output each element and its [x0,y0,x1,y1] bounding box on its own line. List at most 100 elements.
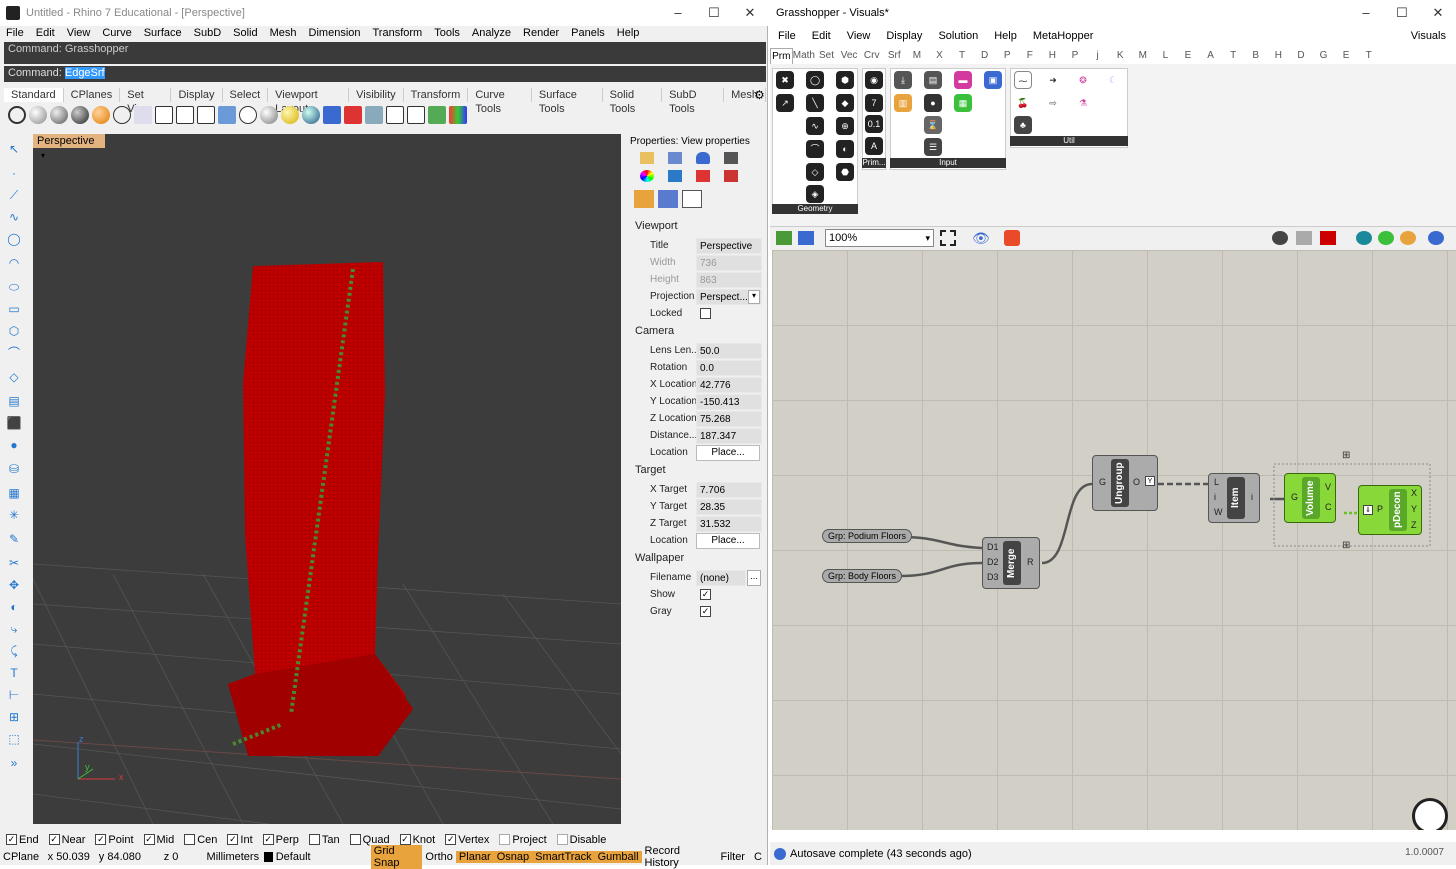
monitor-icon[interactable] [386,106,404,124]
view-camera-icon[interactable] [634,190,654,208]
status-units[interactable]: Millimeters [204,851,262,863]
chevron-down-icon[interactable]: ▾ [925,230,930,246]
x-location-field[interactable]: 42.776 [696,377,762,393]
gh-menu-file[interactable]: File [770,28,804,44]
wrench-icon[interactable] [724,170,738,182]
locked-checkbox[interactable] [700,308,711,319]
menu-dimension[interactable]: Dimension [303,26,367,40]
param-brep-icon[interactable]: ◆ [836,94,854,112]
gh-tab-6[interactable]: M [906,48,929,64]
title-field[interactable]: Perspective [696,238,762,254]
osnap-perp[interactable]: ✓ Perp [262,834,299,846]
paint-icon[interactable]: ◐ [6,600,22,614]
param-mesh-icon[interactable]: ⊕ [836,117,854,135]
sphere-gray2-icon[interactable] [260,106,278,124]
param-text-icon[interactable]: A [865,137,883,155]
circle-icon[interactable]: ◯ [6,232,22,246]
osnap-checkbox[interactable]: ✓ [143,834,155,845]
fillet-icon[interactable]: ⌒ [6,346,22,360]
osnap-toggle[interactable]: Osnap [493,850,533,863]
input-graph-icon[interactable]: ▥ [894,94,912,112]
tab-subd-tools[interactable]: SubD Tools [662,88,725,115]
menu-tools[interactable]: Tools [428,26,466,40]
z-target-field[interactable]: 31.532 [696,516,762,532]
param-integer-icon[interactable]: 7 [865,94,883,112]
osnap-checkbox[interactable]: ✓ [262,834,274,845]
merge-input-d3[interactable]: D3 [987,572,999,582]
save-file-icon[interactable] [798,231,814,245]
block-icon[interactable]: ⊞ [6,710,22,724]
chevron-down-icon[interactable]: ▾ [748,290,760,304]
ungroup-input-g[interactable]: G [1099,477,1106,487]
status-layer[interactable]: Default [273,851,371,863]
point-icon[interactable]: · [6,166,22,180]
tab-select[interactable]: Select [223,88,269,102]
gh-tab-23[interactable]: D [1290,48,1313,64]
menu-subd[interactable]: SubD [188,26,228,40]
pdecon-output-y[interactable]: Y [1411,504,1417,514]
plugin-icon-4[interactable] [1428,231,1444,245]
input-button-icon[interactable]: ● [924,94,942,112]
earth-icon[interactable] [302,106,320,124]
param-group-icon[interactable]: ⬣ [836,163,854,181]
sketch-pen-icon[interactable] [1004,230,1020,246]
camera-icon[interactable] [724,152,738,164]
merge-component[interactable]: D1 D2 D3 Merge R [982,537,1040,589]
gh-tab-4[interactable]: Crv [860,48,883,64]
maximize-icon[interactable]: ☐ [1384,0,1420,26]
twist-icon[interactable]: ⤹ [6,644,22,658]
ellipse-icon[interactable]: ⬭ [6,280,22,294]
gh-tab-10[interactable]: P [996,48,1019,64]
gh-tab-22[interactable]: H [1267,48,1290,64]
viewport-tab-perspective[interactable]: Perspective ▾ [33,134,105,160]
param-curve-icon[interactable]: ∿ [806,117,824,135]
osnap-checkbox[interactable] [308,834,320,845]
gray-checkbox[interactable]: ✓ [700,606,711,617]
osnap-checkbox[interactable]: ✓ [399,834,411,845]
input-list-icon[interactable]: ☰ [924,138,942,156]
param-box-icon[interactable]: ⬢ [836,71,854,89]
color-wheel-icon[interactable] [640,170,654,182]
util-flask-icon[interactable]: ⚗ [1074,94,1092,112]
wireframe-preview-icon[interactable] [1296,231,1312,245]
gh-tab-11[interactable]: F [1019,48,1042,64]
maximize-icon[interactable]: ☐ [696,0,732,26]
explode-icon[interactable]: ✳ [6,508,22,522]
param-arc-icon[interactable]: ⌒ [806,140,824,158]
planar-toggle[interactable]: Planar [455,850,494,863]
param-boolean-icon[interactable]: ◉ [865,71,883,89]
osnap-checkbox[interactable] [556,834,568,845]
polyline-icon[interactable]: ⟋ [6,188,22,202]
zoom-extents-icon[interactable] [940,230,956,246]
osnap-checkbox[interactable]: ✓ [6,834,17,845]
gh-tab-1[interactable]: Math [793,48,816,64]
light-bulb-icon[interactable] [281,106,299,124]
input-panel-icon[interactable]: ▤ [924,71,942,89]
tab-standard[interactable]: Standard [4,88,64,102]
camera-icon[interactable] [323,106,341,124]
menu-analyze[interactable]: Analyze [466,26,517,40]
spheres-icon[interactable]: ● [6,438,22,452]
hand-icon[interactable] [155,106,173,124]
gh-menu-metahopper[interactable]: MetaHopper [1025,28,1102,44]
osnap-checkbox[interactable]: ✓ [95,834,107,845]
shaded-preview-icon[interactable] [1320,231,1336,245]
menu-curve[interactable]: Curve [96,26,137,40]
menu-transform[interactable]: Transform [367,26,429,40]
tab-surface-tools[interactable]: Surface Tools [532,88,603,115]
osnap-project[interactable]: Project [499,834,547,846]
gh-tab-2[interactable]: Set [815,48,838,64]
rotation-field[interactable]: 0.0 [696,360,762,376]
mesh-icon[interactable]: ▦ [6,486,22,500]
texture-icon[interactable] [668,170,682,182]
volume-output-v[interactable]: V [1325,482,1331,492]
cylinder-icon[interactable]: ⛁ [6,462,22,476]
sphere-dark-icon[interactable] [71,106,89,124]
osnap-vertex[interactable]: ✓ Vertex [445,834,489,846]
rectangle-icon[interactable]: ▭ [6,302,22,316]
menu-help[interactable]: Help [611,26,646,40]
param-point-icon[interactable]: ✖ [776,71,794,89]
merge-output-r[interactable]: R [1027,557,1034,567]
zui-handle-top-icon[interactable]: ⊞ [1342,450,1350,461]
menu-file[interactable]: File [0,26,30,40]
